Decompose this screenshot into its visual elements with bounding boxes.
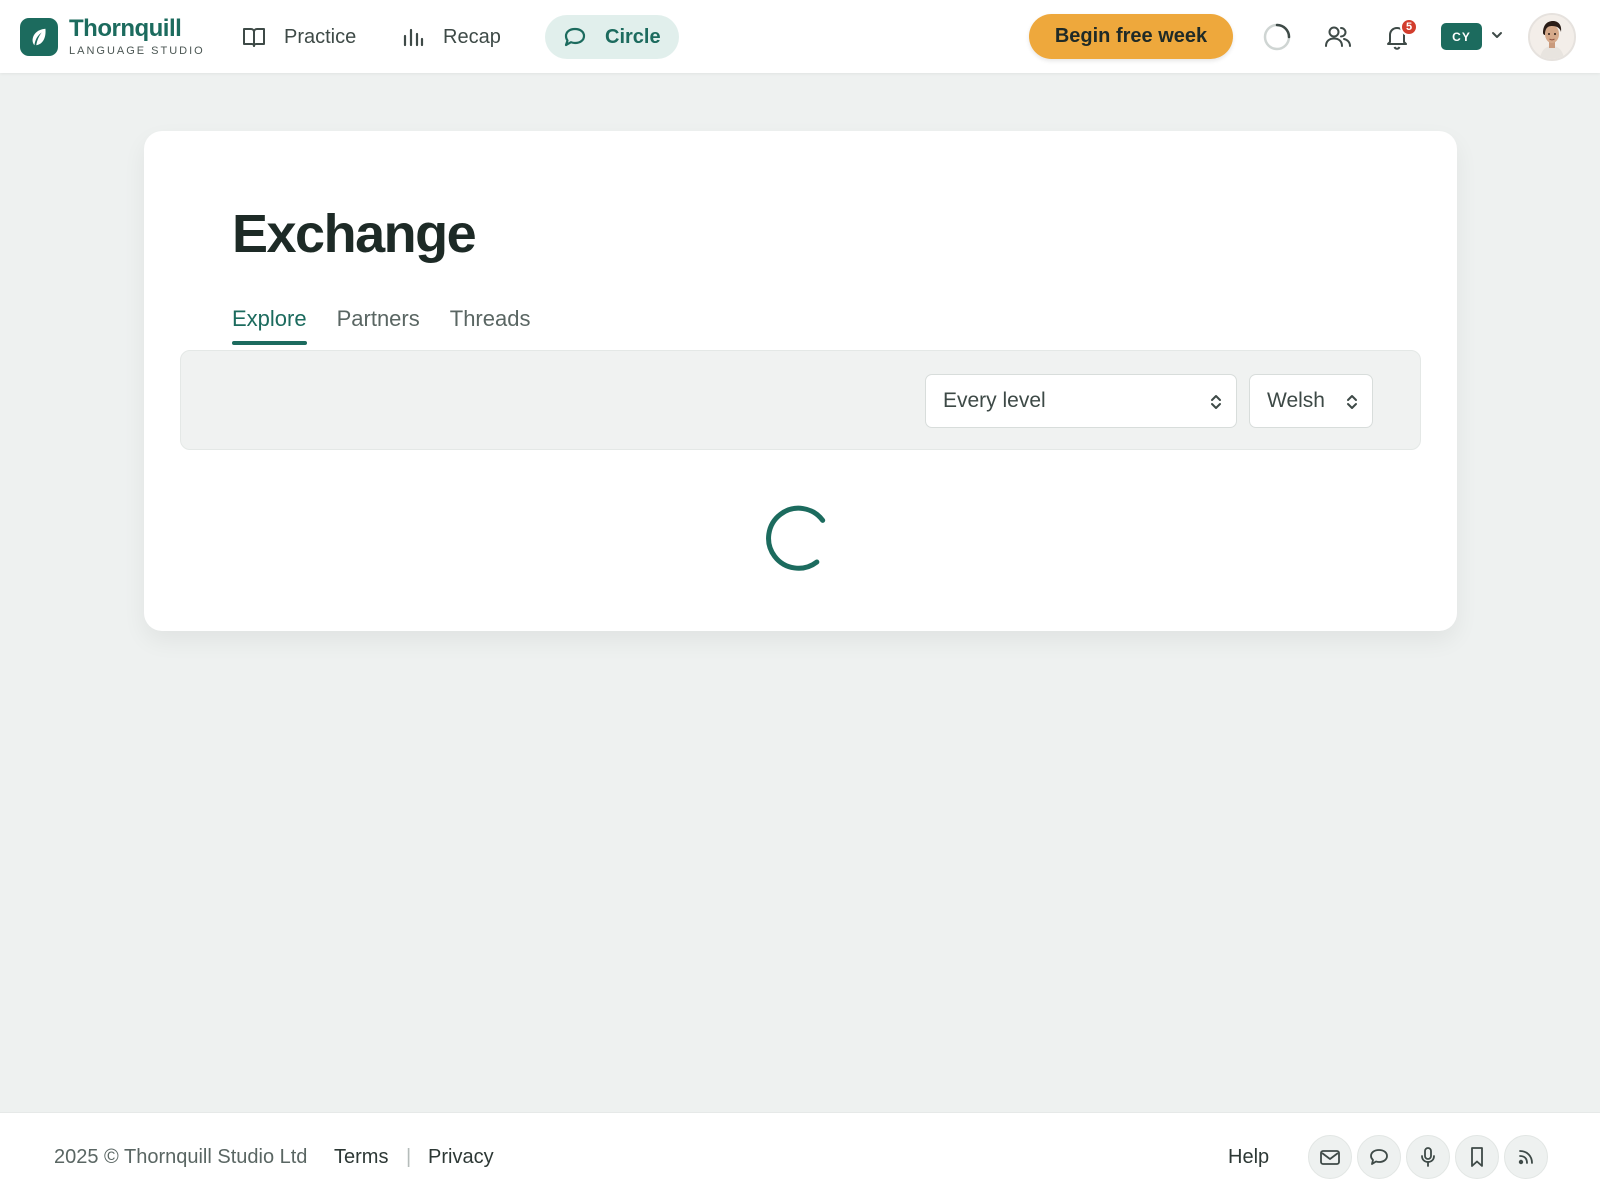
privacy-link[interactable]: Privacy [428,1146,494,1169]
people-icon[interactable] [1323,22,1353,52]
notification-count-badge: 5 [1400,18,1418,36]
microphone-icon[interactable] [1406,1135,1450,1179]
help-link[interactable]: Help [1228,1146,1269,1169]
nav-label-practice: Practice [284,25,357,48]
terms-link[interactable]: Terms [334,1146,388,1169]
tab-explore[interactable]: Explore [232,306,307,345]
bell-icon[interactable]: 5 [1382,18,1418,52]
rss-icon[interactable] [1504,1135,1548,1179]
language-select[interactable]: Welsh [1249,374,1373,428]
loading-spinner-icon [1262,22,1292,52]
bookmark-icon[interactable] [1455,1135,1499,1179]
nav-item-recap[interactable]: Recap [401,15,501,59]
top-nav-bar: Thornquill LANGUAGE STUDIO Practice Reca… [0,0,1600,73]
bar-chart-icon [401,25,425,49]
up-down-chevron-icon [1211,395,1221,409]
copyright-text: 2025 © Thornquill Studio Ltd [54,1146,308,1168]
leaf-logo-icon [20,18,58,56]
mail-icon[interactable] [1308,1135,1352,1179]
footer: 2025 © Thornquill Studio Ltd Terms | Pri… [0,1112,1600,1200]
language-select-value: Welsh [1267,389,1325,412]
footer-separator: | [406,1146,412,1168]
nav-item-circle[interactable]: Circle [545,15,679,59]
filter-bar: Every level Welsh [180,350,1421,450]
tab-partners[interactable]: Partners [337,306,420,344]
avatar[interactable] [1528,13,1576,61]
level-select[interactable]: Every level [925,374,1237,428]
nav-label-circle: Circle [605,25,661,48]
level-select-value: Every level [943,389,1046,412]
exchange-tabs: Explore Partners Threads [232,306,560,345]
loading-spinner-icon [764,505,830,571]
language-selector[interactable]: CY [1441,23,1482,50]
tab-threads[interactable]: Threads [450,306,531,344]
exchange-card: Exchange Explore Partners Threads Every … [144,131,1457,631]
nav-item-practice[interactable]: Practice [242,15,356,59]
begin-free-week-button[interactable]: Begin free week [1029,14,1233,59]
brand[interactable]: Thornquill LANGUAGE STUDIO [20,17,205,57]
chat-icon[interactable] [1357,1135,1401,1179]
chat-bubble-icon [563,25,587,49]
chevron-down-icon[interactable] [1490,28,1504,42]
book-icon [242,25,266,49]
brand-name: Thornquill [69,15,182,42]
brand-tagline: LANGUAGE STUDIO [69,45,205,57]
page-title: Exchange [232,204,477,264]
nav-label-recap: Recap [443,25,501,48]
up-down-chevron-icon [1347,395,1357,409]
